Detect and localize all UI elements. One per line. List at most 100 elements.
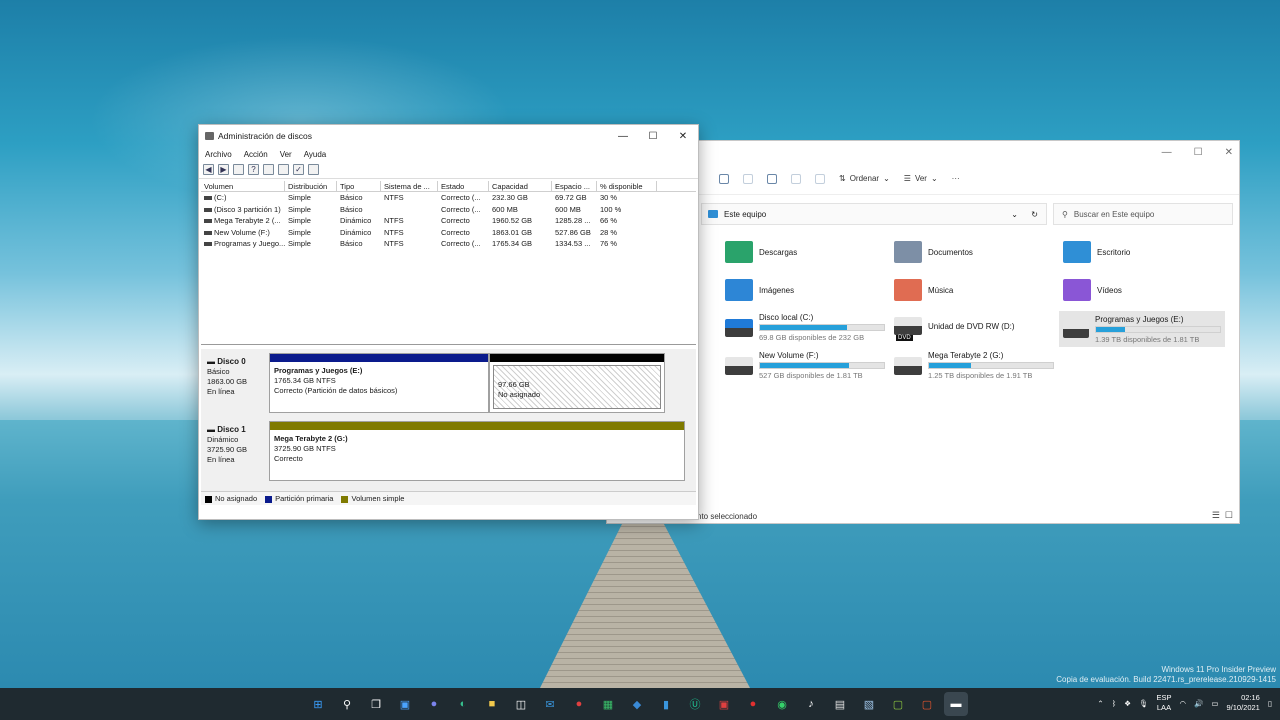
- folder-documents[interactable]: Documentos: [894, 241, 973, 263]
- chat-icon[interactable]: ●: [422, 692, 446, 716]
- folder-music[interactable]: Música: [894, 279, 953, 301]
- drive-d[interactable]: DVD Unidad de DVD RW (D:): [894, 317, 1015, 341]
- view-button[interactable]: ☰ Ver ⌄: [904, 174, 938, 183]
- folder-desktop[interactable]: Escritorio: [1063, 241, 1130, 263]
- maximize-button[interactable]: ☐: [1194, 147, 1203, 158]
- app-icon[interactable]: ▢: [886, 692, 910, 716]
- column-header[interactable]: Volumen: [201, 181, 285, 191]
- minimize-button[interactable]: —: [608, 131, 638, 142]
- delete-button[interactable]: [815, 173, 825, 184]
- connect-icon[interactable]: [278, 164, 289, 175]
- widgets-icon[interactable]: ▣: [393, 692, 417, 716]
- volume-icon[interactable]: 🔊: [1194, 699, 1203, 708]
- app-icon[interactable]: ▤: [828, 692, 852, 716]
- table-cell: 1863.01 GB: [492, 227, 533, 237]
- task-view-icon[interactable]: ❐: [364, 692, 388, 716]
- share-button[interactable]: [791, 173, 801, 184]
- chevron-down-icon[interactable]: ⌄: [1011, 210, 1018, 219]
- tiles-view-icon[interactable]: ☐: [1225, 510, 1233, 521]
- close-button[interactable]: ✕: [668, 131, 698, 142]
- menu-ayuda[interactable]: Ayuda: [304, 150, 327, 159]
- folder-videos[interactable]: Vídeos: [1063, 279, 1122, 301]
- more-options-button[interactable]: ···: [952, 174, 960, 183]
- menu-ver[interactable]: Ver: [280, 150, 292, 159]
- search-icon: ⚲: [1062, 209, 1068, 219]
- address-bar[interactable]: Este equipo ⌄ ↻: [701, 203, 1047, 225]
- details-view-icon[interactable]: ☰: [1212, 510, 1220, 521]
- column-header[interactable]: Tipo: [337, 181, 381, 191]
- search-icon[interactable]: ⚲: [335, 692, 359, 716]
- column-header[interactable]: Sistema de ...: [381, 181, 438, 191]
- edge-icon[interactable]: ◐: [451, 692, 475, 716]
- column-header[interactable]: % disponible: [597, 181, 657, 191]
- table-cell: [381, 204, 438, 216]
- back-icon[interactable]: ◀: [203, 164, 214, 175]
- minimize-button[interactable]: —: [1162, 147, 1172, 158]
- app-icon[interactable]: Ⓤ: [683, 692, 707, 716]
- partition-e[interactable]: Programas y Juegos (E:) 1765.34 GB NTFS …: [269, 353, 489, 413]
- help-icon[interactable]: ?: [248, 164, 259, 175]
- paste-button[interactable]: [743, 173, 753, 184]
- app-icon[interactable]: ▣: [712, 692, 736, 716]
- whatsapp-icon[interactable]: ◉: [770, 692, 794, 716]
- table-row[interactable]: (C:) Simple Básico NTFS Correcto (... 232.30 …: [201, 192, 696, 204]
- microphone-icon[interactable]: 🎙: [1139, 699, 1149, 708]
- forward-icon[interactable]: ▶: [218, 164, 229, 175]
- table-cell: NTFS: [384, 239, 404, 248]
- battery-icon[interactable]: ▭: [1211, 699, 1218, 708]
- table-row[interactable]: Programas y Juego... Simple Básico NTFS Corr…: [201, 238, 696, 250]
- rename-button[interactable]: [767, 173, 777, 184]
- menu-archivo[interactable]: Archivo: [205, 150, 232, 159]
- notifications-icon[interactable]: ▯: [1268, 699, 1272, 708]
- disk-1-label[interactable]: ▬ Disco 1 Dinámico 3725.90 GB En línea: [201, 421, 267, 483]
- menu-accion[interactable]: Acción: [244, 150, 268, 159]
- folder-pictures[interactable]: Imágenes: [725, 279, 794, 301]
- clock[interactable]: 02:16 9/10/2021: [1226, 693, 1259, 713]
- file-explorer-icon[interactable]: ■: [480, 692, 504, 716]
- chevron-up-icon[interactable]: ⌃: [1097, 699, 1103, 708]
- app-icon[interactable]: ●: [741, 692, 765, 716]
- tiktok-icon[interactable]: ♪: [799, 692, 823, 716]
- app-icon[interactable]: ▦: [596, 692, 620, 716]
- table-cell: NTFS: [384, 227, 404, 237]
- maximize-button[interactable]: ☐: [638, 131, 668, 142]
- wifi-icon[interactable]: ◠: [1180, 699, 1187, 708]
- search-input[interactable]: ⚲ Buscar en Este equipo: [1053, 203, 1233, 225]
- column-header[interactable]: Estado: [438, 181, 489, 191]
- close-button[interactable]: ✕: [1225, 147, 1233, 158]
- drive-e-selected[interactable]: Programas y Juegos (E:) 1.39 TB disponib…: [1059, 311, 1225, 347]
- column-header[interactable]: Distribución: [285, 181, 337, 191]
- sort-button[interactable]: ⇅ Ordenar ⌄: [839, 174, 890, 183]
- recorder-icon[interactable]: ●: [567, 692, 591, 716]
- copy-button[interactable]: [719, 173, 729, 184]
- table-row[interactable]: New Volume (F:) Simple Dinámico NTFS Correct…: [201, 227, 696, 239]
- disk-management-taskbar-icon[interactable]: ▬: [944, 692, 968, 716]
- table-row[interactable]: Mega Terabyte 2 (... Simple Dinámico NTFS Co…: [201, 215, 696, 227]
- disk-0-label[interactable]: ▬ Disco 0 Básico 1863.00 GB En línea: [201, 353, 267, 415]
- app-icon[interactable]: ◆: [625, 692, 649, 716]
- start-windows-icon[interactable]: ⊞: [306, 692, 330, 716]
- folder-downloads[interactable]: Descargas: [725, 241, 797, 263]
- folder-label: Descargas: [759, 247, 798, 257]
- table-row[interactable]: (Disco 3 partición 1) Simple Básico Correct…: [201, 204, 696, 216]
- bluetooth-icon[interactable]: ᛒ: [1112, 699, 1117, 708]
- column-header[interactable]: Capacidad: [489, 181, 552, 191]
- dropbox-icon[interactable]: ❖: [1124, 699, 1131, 708]
- refresh-icon[interactable]: ↻: [1031, 210, 1038, 219]
- drive-g[interactable]: Mega Terabyte 2 (G:) 1.25 TB disponibles…: [894, 351, 1054, 380]
- app-icon[interactable]: ▢: [915, 692, 939, 716]
- table-icon[interactable]: [263, 164, 274, 175]
- unallocated-space[interactable]: 97.66 GB No asignado: [489, 353, 665, 413]
- check-icon[interactable]: ✓: [293, 164, 304, 175]
- drive-f[interactable]: New Volume (F:) 527 GB disponibles de 1.…: [725, 351, 885, 380]
- partition-g[interactable]: Mega Terabyte 2 (G:) 3725.90 GB NTFS Cor…: [269, 421, 685, 481]
- app-icon[interactable]: ▧: [857, 692, 881, 716]
- language-indicator[interactable]: ESP LAA: [1156, 693, 1171, 713]
- properties-icon[interactable]: [308, 164, 319, 175]
- store-icon[interactable]: ◫: [509, 692, 533, 716]
- app-icon[interactable]: ▮: [654, 692, 678, 716]
- mail-icon[interactable]: ✉: [538, 692, 562, 716]
- drive-c[interactable]: Disco local (C:) 69.8 GB disponibles de …: [725, 313, 885, 342]
- list-icon[interactable]: [233, 164, 244, 175]
- column-header[interactable]: Espacio ...: [552, 181, 597, 191]
